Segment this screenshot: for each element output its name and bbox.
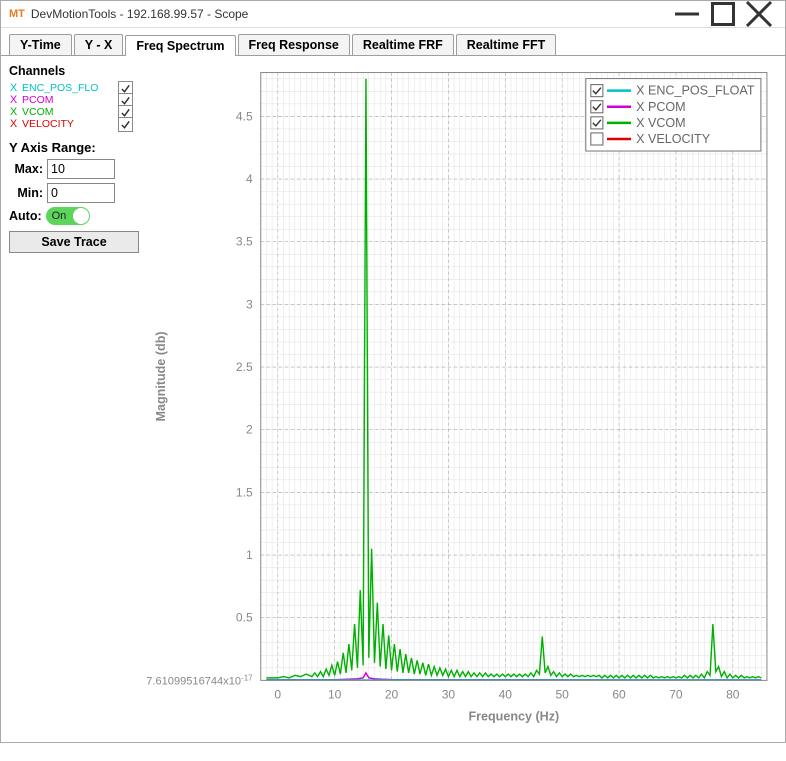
svg-text:10: 10 [328, 687, 342, 701]
channel-checkbox[interactable] [118, 117, 133, 132]
max-input[interactable] [47, 159, 115, 179]
legend-label: X VCOM [636, 116, 686, 130]
svg-text:50: 50 [555, 687, 569, 701]
svg-text:1: 1 [246, 548, 253, 562]
legend-checkbox[interactable] [591, 133, 603, 145]
svg-text:2: 2 [246, 423, 253, 437]
min-label: Min: [9, 186, 43, 200]
svg-text:3: 3 [246, 297, 253, 311]
window-title: DevMotionTools - 192.168.99.57 - Scope [31, 7, 669, 21]
main-area: Channels XENC_POS_FLOXPCOMXVCOMXVELOCITY… [1, 56, 785, 761]
svg-text:3.5: 3.5 [236, 235, 253, 249]
auto-label: Auto: [9, 209, 42, 223]
svg-text:20: 20 [385, 687, 399, 701]
legend-checkbox[interactable] [591, 85, 603, 97]
tabstrip: Y-TimeY - XFreq SpectrumFreq ResponseRea… [1, 28, 785, 56]
tab-y-x[interactable]: Y - X [74, 34, 124, 55]
channel-axis: X [9, 82, 18, 94]
svg-text:Magnitude (db): Magnitude (db) [154, 331, 168, 421]
window-minimize-button[interactable] [669, 1, 705, 27]
svg-text:30: 30 [442, 687, 456, 701]
tab-freq-response[interactable]: Freq Response [238, 34, 350, 55]
svg-text:Frequency (Hz): Frequency (Hz) [468, 710, 559, 724]
channel-axis: X [9, 94, 18, 106]
svg-text:0.5: 0.5 [236, 611, 253, 625]
legend-label: X PCOM [636, 100, 686, 114]
tab-y-time[interactable]: Y-Time [9, 34, 72, 55]
svg-text:4: 4 [246, 172, 253, 186]
svg-text:1.5: 1.5 [236, 485, 253, 499]
app-logo: MT [9, 8, 25, 20]
svg-text:0: 0 [274, 687, 281, 701]
svg-text:4.5: 4.5 [236, 109, 253, 123]
legend-checkbox[interactable] [591, 117, 603, 129]
auto-toggle[interactable]: On [46, 207, 90, 225]
max-label: Max: [9, 162, 43, 176]
svg-text:40: 40 [499, 687, 513, 701]
legend-checkbox[interactable] [591, 101, 603, 113]
channel-row-velocity: XVELOCITY [9, 118, 139, 130]
channels-title: Channels [9, 64, 139, 78]
min-input[interactable] [47, 183, 115, 203]
legend-label: X ENC_POS_FLOAT [636, 84, 755, 98]
legend-label: X VELOCITY [636, 132, 711, 146]
tab-realtime-frf[interactable]: Realtime FRF [352, 34, 454, 55]
yrange-title: Y Axis Range: [9, 140, 139, 155]
svg-text:7.61099516744x10-17: 7.61099516744x10-17 [146, 673, 253, 688]
tab-realtime-fft[interactable]: Realtime FFT [456, 34, 557, 55]
tab-freq-spectrum[interactable]: Freq Spectrum [125, 35, 235, 56]
window-maximize-button[interactable] [705, 1, 741, 27]
save-trace-button[interactable]: Save Trace [9, 231, 139, 253]
svg-text:70: 70 [669, 687, 683, 701]
channel-axis: X [9, 106, 18, 118]
freq-spectrum-chart: 0 10 20 30 40 50 60 70 80 0.5 1 1.5 2 2.5 3 3.5 4 4.5 7.61… [145, 64, 777, 753]
window-close-button[interactable] [741, 1, 777, 27]
chart-area: 0 10 20 30 40 50 60 70 80 0.5 1 1.5 2 2.5 3 3.5 4 4.5 7.61… [145, 64, 777, 753]
svg-text:60: 60 [612, 687, 626, 701]
sidebar: Channels XENC_POS_FLOXPCOMXVCOMXVELOCITY… [9, 64, 139, 753]
svg-text:2.5: 2.5 [236, 360, 253, 374]
channel-axis: X [9, 118, 18, 130]
window-titlebar: MT DevMotionTools - 192.168.99.57 - Scop… [1, 1, 785, 28]
svg-text:80: 80 [726, 687, 740, 701]
